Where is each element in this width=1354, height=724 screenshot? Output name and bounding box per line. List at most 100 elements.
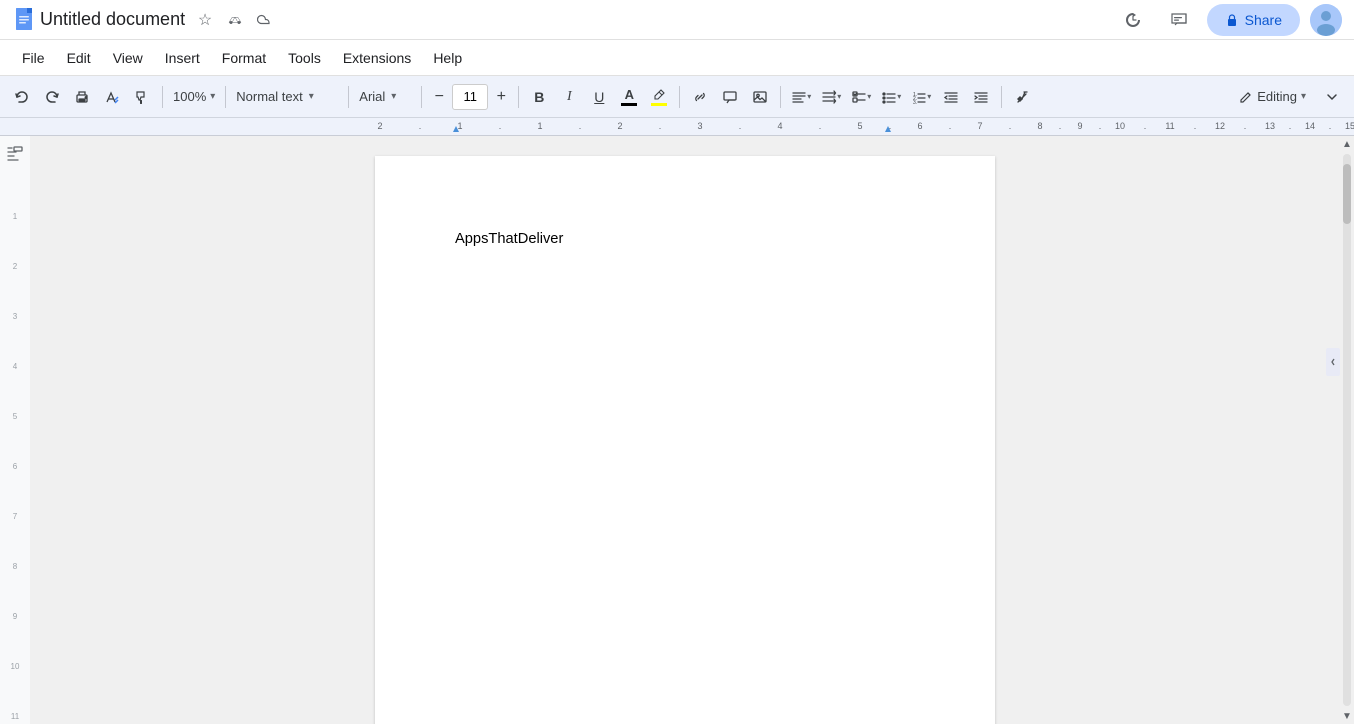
text-color-button[interactable]: A xyxy=(615,83,643,111)
menu-insert[interactable]: Insert xyxy=(155,46,210,70)
numbered-list-button[interactable]: 1. 2. 3. ▾ xyxy=(907,83,935,111)
zoom-chevron-icon: ▾ xyxy=(210,91,215,102)
toolbar-sep-5 xyxy=(518,86,519,108)
svg-text:8: 8 xyxy=(13,562,18,571)
star-button[interactable]: ☆ xyxy=(193,8,217,32)
svg-text:.: . xyxy=(1059,121,1062,131)
highlight-button[interactable] xyxy=(645,83,673,111)
share-button[interactable]: Share xyxy=(1207,4,1300,36)
cloud-save-button[interactable] xyxy=(253,8,277,32)
ruler: 2 . 1 . 1 . 2 . 3 . 4 . 5 . 6 . 7 . 8 . … xyxy=(0,118,1354,136)
spellcheck-button[interactable] xyxy=(98,83,126,111)
zoom-value: 100% xyxy=(173,89,206,104)
svg-text:2: 2 xyxy=(617,121,622,131)
scroll-down-button[interactable]: ▼ xyxy=(1340,708,1354,724)
expand-toolbar-button[interactable] xyxy=(1318,83,1346,111)
menu-bar: File Edit View Insert Format Tools Exten… xyxy=(0,40,1354,76)
indent-increase-button[interactable] xyxy=(967,83,995,111)
svg-text:.: . xyxy=(659,121,662,131)
vertical-scrollbar[interactable]: ▲ ▼ xyxy=(1340,136,1354,724)
zoom-selector[interactable]: 100% ▾ xyxy=(169,83,219,111)
menu-edit[interactable]: Edit xyxy=(57,46,101,70)
svg-text:3.: 3. xyxy=(913,100,917,105)
svg-text:13: 13 xyxy=(1265,121,1275,131)
svg-text:9: 9 xyxy=(13,612,18,621)
svg-text:7: 7 xyxy=(13,512,18,521)
insert-link-button[interactable] xyxy=(686,83,714,111)
clear-formatting-button[interactable] xyxy=(1008,83,1036,111)
svg-text:4: 4 xyxy=(13,362,18,371)
undo-button[interactable] xyxy=(8,83,36,111)
vertical-ruler: 1 2 3 4 5 6 7 8 9 10 11 xyxy=(0,169,30,724)
font-chevron-icon: ▾ xyxy=(391,91,396,102)
svg-text:3: 3 xyxy=(13,312,18,321)
svg-text:.: . xyxy=(889,121,892,131)
menu-extensions[interactable]: Extensions xyxy=(333,46,421,70)
editing-mode-button[interactable]: Editing ▾ xyxy=(1229,85,1316,108)
share-label: Share xyxy=(1245,12,1282,28)
svg-text:6: 6 xyxy=(13,462,18,471)
highlight-indicator xyxy=(651,88,667,106)
insert-image-button[interactable] xyxy=(746,83,774,111)
vertical-ruler-svg: 1 2 3 4 5 6 7 8 9 10 11 xyxy=(0,169,30,724)
svg-text:.: . xyxy=(1099,121,1102,131)
svg-text:15: 15 xyxy=(1345,121,1354,131)
bulleted-list-button[interactable]: ▾ xyxy=(877,83,905,111)
svg-text:1: 1 xyxy=(13,212,18,221)
document-page: AppsThatDeliver xyxy=(375,156,995,724)
font-size-input[interactable] xyxy=(452,84,488,110)
toolbar-sep-6 xyxy=(679,86,680,108)
move-to-drive-button[interactable] xyxy=(223,8,247,32)
menu-help[interactable]: Help xyxy=(423,46,472,70)
menu-file[interactable]: File xyxy=(12,46,55,70)
menu-format[interactable]: Format xyxy=(212,46,276,70)
svg-text:.: . xyxy=(579,121,582,131)
underline-button[interactable]: U xyxy=(585,83,613,111)
bold-button[interactable]: B xyxy=(525,83,553,111)
comment-button[interactable] xyxy=(1161,2,1197,38)
left-sidebar: 1 2 3 4 5 6 7 8 9 10 11 xyxy=(0,136,30,724)
svg-text:11: 11 xyxy=(1165,121,1174,131)
font-size-increase-button[interactable]: + xyxy=(490,84,512,110)
version-history-button[interactable] xyxy=(1115,2,1151,38)
toolbar-sep-2 xyxy=(225,86,226,108)
svg-text:.: . xyxy=(949,121,952,131)
scrollbar-thumb[interactable] xyxy=(1343,164,1351,224)
svg-text:3: 3 xyxy=(697,121,702,131)
panel-collapse-button[interactable] xyxy=(1326,348,1340,376)
font-size-decrease-button[interactable]: − xyxy=(428,84,450,110)
redo-button[interactable] xyxy=(38,83,66,111)
font-selector[interactable]: Arial ▾ xyxy=(355,83,415,111)
document-content[interactable]: AppsThatDeliver xyxy=(455,228,915,250)
doc-icon xyxy=(12,6,40,34)
title-right: Share xyxy=(1115,2,1342,38)
line-spacing-button[interactable]: ▾ xyxy=(817,83,845,111)
ruler-svg: 2 . 1 . 1 . 2 . 3 . 4 . 5 . 6 . 7 . 8 . … xyxy=(0,118,1354,136)
italic-button[interactable]: I xyxy=(555,83,583,111)
align-button[interactable]: ▾ xyxy=(787,83,815,111)
menu-view[interactable]: View xyxy=(103,46,153,70)
svg-text:11: 11 xyxy=(11,712,20,721)
inline-comment-button[interactable] xyxy=(716,83,744,111)
svg-text:5: 5 xyxy=(857,121,862,131)
print-button[interactable] xyxy=(68,83,96,111)
paint-format-button[interactable] xyxy=(128,83,156,111)
menu-tools[interactable]: Tools xyxy=(278,46,331,70)
document-canvas[interactable]: AppsThatDeliver xyxy=(30,136,1340,724)
toolbar: 100% ▾ Normal text ▾ Arial ▾ − + B I U A xyxy=(0,76,1354,118)
scrollbar-track[interactable] xyxy=(1343,154,1351,706)
outline-toggle-button[interactable] xyxy=(6,144,24,165)
editing-mode-chevron-icon: ▾ xyxy=(1301,91,1306,102)
scroll-up-button[interactable]: ▲ xyxy=(1340,136,1354,152)
svg-text:2: 2 xyxy=(13,262,18,271)
style-selector[interactable]: Normal text ▾ xyxy=(232,83,342,111)
indent-decrease-button[interactable] xyxy=(937,83,965,111)
checklist-button[interactable]: ▾ xyxy=(847,83,875,111)
document-text[interactable]: AppsThatDeliver xyxy=(455,228,915,250)
svg-text:.: . xyxy=(499,121,502,131)
lock-icon xyxy=(1225,13,1239,27)
document-title[interactable]: Untitled document xyxy=(40,9,185,30)
user-avatar[interactable] xyxy=(1310,4,1342,36)
font-size-box: − + xyxy=(428,84,512,110)
toolbar-sep-4 xyxy=(421,86,422,108)
